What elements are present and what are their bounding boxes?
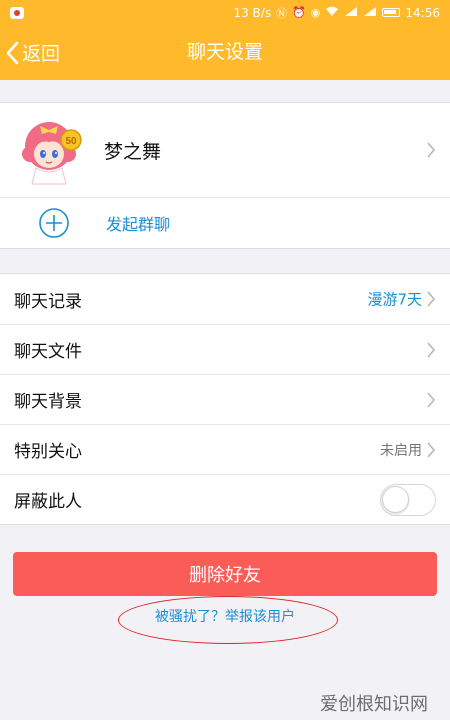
row-label: 聊天背景 xyxy=(14,392,82,412)
delete-friend-button[interactable]: 删除好友 xyxy=(13,552,437,596)
chat-history-row[interactable]: 聊天记录 漫游7天 xyxy=(0,274,450,324)
app-notification-icon xyxy=(10,6,24,19)
signal-icon xyxy=(344,6,358,20)
row-label: 聊天记录 xyxy=(14,291,82,312)
add-circle-icon xyxy=(39,208,69,238)
chevron-right-icon xyxy=(427,341,436,358)
clock: 14:56 xyxy=(405,5,440,20)
page-title: 聊天设置 xyxy=(186,41,263,63)
row-value: 漫游7天 xyxy=(367,290,422,309)
chevron-right-icon xyxy=(427,391,436,408)
chat-background-row[interactable]: 聊天背景 xyxy=(0,374,450,424)
alarm-icon: ⏰ xyxy=(292,6,306,19)
row-label: 特别关心 xyxy=(14,442,82,462)
block-user-row: 屏蔽此人 xyxy=(0,474,450,524)
report-user-link[interactable]: 被骚扰了？举报该用户 xyxy=(0,606,450,626)
start-group-chat-label: 发起群聊 xyxy=(106,215,171,234)
chevron-right-icon xyxy=(427,291,436,307)
chevron-right-icon xyxy=(427,441,436,458)
watermark: 爱创根知识网 xyxy=(320,694,428,715)
svg-text:50: 50 xyxy=(65,136,77,147)
profile-section: 50 梦之舞 发起群聊 xyxy=(0,102,450,249)
profile-name: 梦之舞 xyxy=(104,140,162,163)
status-bar: 13 B/s Ⓝ ⏰ ◉ 14:56 xyxy=(0,0,450,25)
back-label: 返回 xyxy=(22,43,61,65)
chat-files-row[interactable]: 聊天文件 xyxy=(0,324,450,374)
wifi-icon xyxy=(325,6,339,20)
row-label: 聊天文件 xyxy=(14,342,82,362)
signal-2-icon xyxy=(363,6,377,20)
chevron-right-icon xyxy=(427,142,436,158)
eye-icon: ◉ xyxy=(310,6,321,19)
settings-section: 聊天记录 漫游7天 聊天文件 聊天背景 特别关心 未启用 屏蔽此人 xyxy=(0,273,450,525)
profile-row[interactable]: 50 梦之舞 xyxy=(0,103,450,198)
row-label: 屏蔽此人 xyxy=(14,492,82,512)
row-value: 未启用 xyxy=(380,442,422,459)
back-button[interactable]: 返回 xyxy=(6,25,60,80)
status-icons: 13 B/s Ⓝ ⏰ ◉ 14:56 xyxy=(233,5,440,21)
battery-icon xyxy=(382,8,401,17)
chevron-left-icon xyxy=(6,41,19,64)
avatar: 50 xyxy=(16,112,88,188)
toggle-knob xyxy=(382,485,409,513)
network-speed: 13 B/s xyxy=(233,5,272,20)
block-user-toggle[interactable] xyxy=(380,483,436,516)
special-care-row[interactable]: 特别关心 未启用 xyxy=(0,424,450,474)
nav-bar: 返回 聊天设置 xyxy=(0,25,450,80)
start-group-chat-row[interactable]: 发起群聊 xyxy=(0,198,450,248)
nfc-icon: Ⓝ xyxy=(276,6,288,20)
